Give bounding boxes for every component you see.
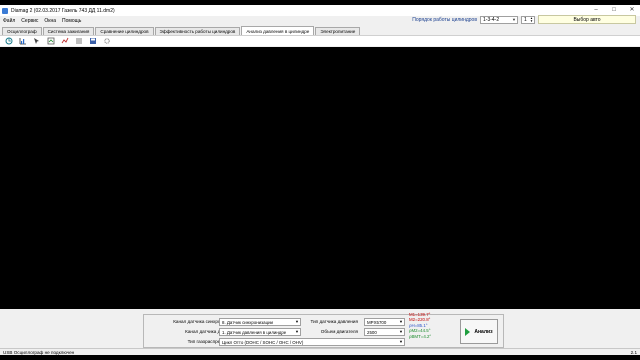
firing-order-label: Порядок работы цилиндров — [412, 16, 477, 23]
sync-channel-value: 8. Датчик синхронизации — [222, 319, 273, 325]
status-bar: USB Осциллограф не подключен 2.1 — [0, 348, 640, 355]
reading-pbmt: ρBMT=4.2° — [409, 333, 432, 339]
pressure-channel-select[interactable]: 1. Датчик давления в цилиндре ▼ — [219, 328, 301, 336]
toolbar — [0, 35, 640, 46]
cursor-icon[interactable] — [32, 37, 41, 46]
timing-type-select[interactable]: Цикл Отто (DOHC / SOHC / OHC / OHV) ▼ — [219, 338, 405, 346]
chevron-down-icon: ▼ — [399, 319, 403, 324]
tab-oscilloscope[interactable]: Осциллограф — [2, 27, 42, 35]
displacement-label: Объем двигателя — [320, 329, 358, 334]
sensor-type-value: MPX5700 — [367, 319, 387, 325]
firing-order-value: 1-3-4-2 — [483, 16, 500, 23]
analyze-button-label: Анализ — [474, 328, 493, 335]
timing-type-value: Цикл Отто (DOHC / SOHC / OHC / OHV) — [222, 339, 304, 345]
params-group: Канал датчика синхронизации 8. Датчик си… — [143, 314, 504, 348]
firing-order-select[interactable]: 1-3-4-2 ▼ — [480, 15, 518, 24]
tab-cylinder-compare[interactable]: Сравнение цилиндров — [95, 27, 154, 35]
sync-channel-select[interactable]: 8. Датчик синхронизации ▼ — [219, 318, 301, 326]
app-icon — [2, 7, 8, 14]
analysis-settings-panel: Канал датчика синхронизации 8. Датчик си… — [0, 309, 640, 349]
app-window: Diamag 2 (02.03.2017 Газель 743 ДД 11.dm… — [0, 5, 640, 355]
cylinder-value: 1 — [524, 16, 527, 23]
firing-order-panel: Порядок работы цилиндров 1-3-4-2 ▼ 1 ▲ ▼ … — [412, 15, 636, 24]
chevron-down-icon: ▼ — [399, 329, 403, 334]
chevron-down-icon: ▼ — [399, 339, 403, 344]
trend-icon[interactable] — [60, 37, 69, 46]
analyze-button[interactable]: Анализ — [460, 319, 498, 344]
reading-pm2: ρM2=44.5° — [409, 328, 431, 334]
measurement-readings: M1=139.7° M2=220.8° ρH=85.1° ρM2=44.5° ρ… — [409, 312, 431, 339]
cylinder-stepper[interactable]: 1 ▲ ▼ — [521, 15, 535, 24]
tab-cylinder-efficiency[interactable]: Эффективность работы цилиндров — [154, 27, 241, 35]
tab-pressure-analysis[interactable]: Анализ давления в цилиндре — [241, 26, 315, 35]
connection-status: USB Осциллограф не подключен — [3, 349, 75, 355]
version-label: 2.1 — [630, 349, 637, 355]
menu-windows[interactable]: Окна — [41, 18, 59, 24]
chart-icon[interactable] — [18, 37, 27, 46]
displacement-select[interactable]: 2500 ▼ — [364, 328, 405, 336]
chevron-down-icon: ▼ — [295, 319, 299, 324]
close-icon[interactable]: ✕ — [628, 7, 636, 13]
spin-arrows-icon: ▲ ▼ — [530, 15, 533, 23]
tab-ignition[interactable]: Система зажигания — [42, 27, 95, 35]
menu-file[interactable]: Файл — [0, 18, 18, 24]
sync-icon[interactable] — [4, 37, 13, 46]
compare-icon[interactable] — [74, 37, 83, 46]
zoom-icon[interactable] — [46, 37, 55, 46]
chevron-down-icon: ▼ — [295, 329, 299, 334]
save-icon[interactable] — [88, 37, 97, 46]
displacement-value: 2500 — [367, 329, 377, 335]
tab-strip: Осциллограф Система зажигания Сравнение … — [2, 26, 361, 35]
sensor-type-label: Тип датчика давления — [310, 319, 358, 324]
chevron-down-icon: ▼ — [512, 16, 516, 22]
pressure-channel-value: 1. Датчик давления в цилиндре — [222, 329, 287, 335]
auto-select-button[interactable]: Выбор авто — [538, 15, 636, 24]
tab-power-supply[interactable]: Электропитание — [315, 27, 361, 35]
sensor-type-select[interactable]: MPX5700 ▼ — [364, 318, 405, 326]
play-icon — [465, 327, 471, 336]
menu-help[interactable]: Помощь — [59, 18, 84, 24]
menu-service[interactable]: Сервис — [18, 18, 41, 24]
maximize-icon[interactable]: □ — [610, 7, 618, 13]
window-title: Diamag 2 (02.03.2017 Газель 743 ДД 11.dm… — [11, 7, 115, 14]
minimize-icon[interactable]: – — [592, 7, 600, 13]
settings-icon[interactable] — [102, 37, 111, 46]
oscillogram-canvas[interactable] — [0, 47, 640, 309]
